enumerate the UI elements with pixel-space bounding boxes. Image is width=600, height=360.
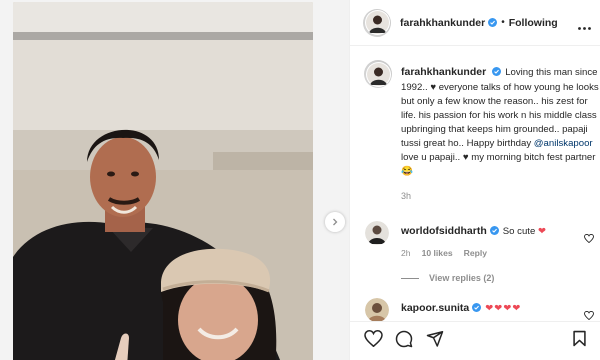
reply-button[interactable]: Reply <box>464 248 487 258</box>
verified-badge-icon <box>489 226 499 240</box>
commenter-username[interactable]: kapoor.sunita <box>401 302 469 314</box>
verified-badge-icon <box>488 14 498 32</box>
verified-badge-icon <box>472 303 482 317</box>
post-header: farahkhankunder • Following <box>350 0 600 46</box>
comment-time: 2h <box>401 248 411 258</box>
separator-dot: • <box>501 17 505 28</box>
more-dots-icon[interactable] <box>578 17 591 35</box>
author-avatar[interactable] <box>364 10 390 35</box>
caption-text-block: farahkhankunder Loving this man since 199… <box>401 65 600 203</box>
post-side-panel: farahkhankunder • Following farahkhankun… <box>349 0 600 360</box>
post-photo[interactable] <box>13 2 313 360</box>
author-username[interactable]: farahkhankunder <box>400 17 485 29</box>
comment-body: worldofsiddharth So cute ❤ 2h 10 likes Repl… <box>401 224 591 260</box>
replies-divider <box>401 277 419 279</box>
view-replies-label[interactable]: View replies (2) <box>429 273 494 283</box>
comment-emoji: ❤ <box>537 226 546 237</box>
comment-bubble-icon[interactable] <box>395 330 413 353</box>
heart-outline-icon[interactable] <box>364 329 383 352</box>
author-avatar-ring[interactable] <box>363 8 391 37</box>
following-button[interactable]: Following <box>509 17 558 29</box>
post-action-bar <box>350 321 600 360</box>
caption-timestamp: 3h <box>401 191 412 201</box>
caption-mention-link[interactable]: @anilskapoor <box>534 138 593 149</box>
commenter-avatar[interactable] <box>365 221 389 245</box>
commenter-avatar[interactable] <box>365 298 389 322</box>
caption-username[interactable]: farahkhankunder <box>401 66 486 78</box>
heart-outline-icon[interactable] <box>584 230 594 248</box>
caption-avatar[interactable] <box>365 61 391 87</box>
photo-illustration <box>13 2 313 360</box>
paper-plane-icon[interactable] <box>426 330 444 352</box>
comment-meta: 2h 10 likes Reply <box>401 246 591 260</box>
post-media <box>0 0 349 360</box>
view-replies-button[interactable]: View replies (2) <box>401 273 494 283</box>
comment-emoji: ❤❤❤❤ <box>485 303 522 314</box>
chevron-right-icon <box>331 213 339 231</box>
caption-avatar-ring[interactable] <box>364 60 392 88</box>
commenter-username[interactable]: worldofsiddharth <box>401 225 487 237</box>
next-photo-button[interactable] <box>325 212 345 232</box>
caption-ending: love u papaji.. ♥ my morning bitch fest … <box>401 152 596 177</box>
comment-text: So cute <box>502 226 538 237</box>
comment-body: kapoor.sunita ❤❤❤❤ <box>401 301 591 317</box>
bookmark-icon[interactable] <box>572 330 587 352</box>
comment-likes[interactable]: 10 likes <box>422 248 453 258</box>
verified-badge-icon <box>492 67 502 81</box>
